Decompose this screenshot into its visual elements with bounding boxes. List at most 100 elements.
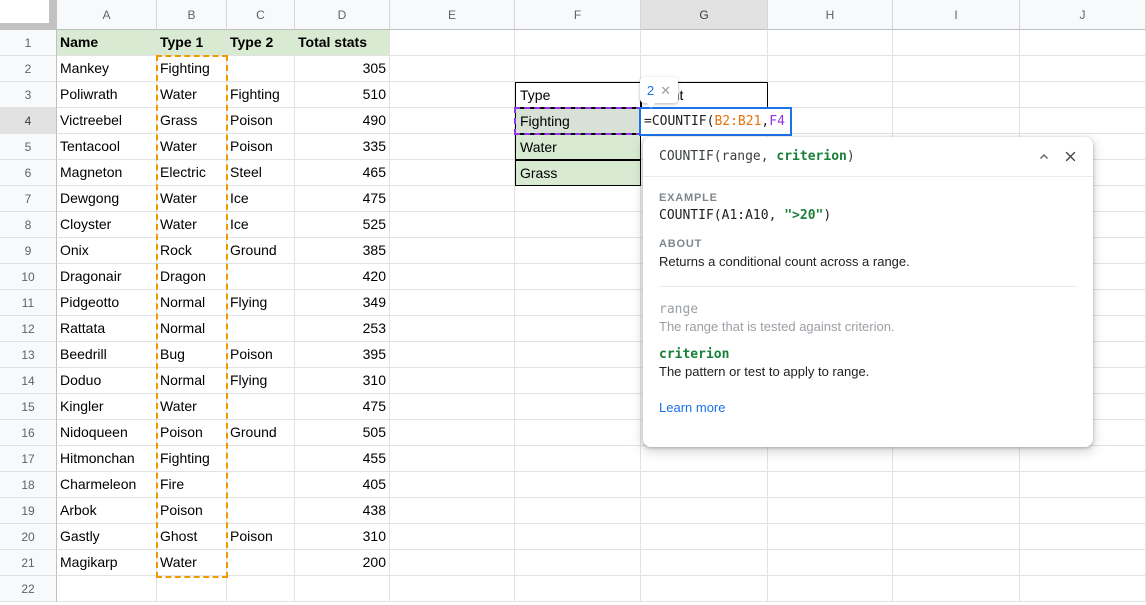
cell-A8[interactable]: Cloyster (57, 212, 157, 238)
cell-A1[interactable]: Name (57, 30, 157, 56)
cell-B5[interactable]: Water (157, 134, 227, 160)
row-header-12[interactable]: 12 (0, 316, 57, 342)
cell-A4[interactable]: Victreebel (57, 108, 157, 134)
column-header-F[interactable]: F (515, 0, 641, 30)
cell-E10[interactable] (390, 264, 515, 290)
cell-C3[interactable]: Fighting (227, 82, 295, 108)
cell-A11[interactable]: Pidgeotto (57, 290, 157, 316)
cell-H1[interactable] (768, 30, 893, 56)
cell-F13[interactable] (515, 342, 641, 368)
cell-C7[interactable]: Ice (227, 186, 295, 212)
cell-E22[interactable] (390, 576, 515, 602)
row-header-13[interactable]: 13 (0, 342, 57, 368)
cell-A21[interactable]: Magikarp (57, 550, 157, 576)
cell-F14[interactable] (515, 368, 641, 394)
cell-A7[interactable]: Dewgong (57, 186, 157, 212)
cell-I3[interactable] (893, 82, 1020, 108)
cell-A3[interactable]: Poliwrath (57, 82, 157, 108)
cell-J20[interactable] (1020, 524, 1146, 550)
row-header-5[interactable]: 5 (0, 134, 57, 160)
cell-B6[interactable]: Electric (157, 160, 227, 186)
cell-C19[interactable] (227, 498, 295, 524)
cell-G22[interactable] (641, 576, 768, 602)
cell-B10[interactable]: Dragon (157, 264, 227, 290)
close-icon[interactable] (1057, 144, 1083, 170)
cell-I19[interactable] (893, 498, 1020, 524)
row-header-8[interactable]: 8 (0, 212, 57, 238)
cell-B19[interactable]: Poison (157, 498, 227, 524)
cell-D2[interactable]: 305 (295, 56, 390, 82)
cell-J21[interactable] (1020, 550, 1146, 576)
cell-C11[interactable]: Flying (227, 290, 295, 316)
cell-E13[interactable] (390, 342, 515, 368)
cell-I18[interactable] (893, 472, 1020, 498)
cell-D7[interactable]: 475 (295, 186, 390, 212)
cell-D22[interactable] (295, 576, 390, 602)
cell-H20[interactable] (768, 524, 893, 550)
cell-H2[interactable] (768, 56, 893, 82)
cell-H17[interactable] (768, 446, 893, 472)
cell-C5[interactable]: Poison (227, 134, 295, 160)
row-header-7[interactable]: 7 (0, 186, 57, 212)
cell-C9[interactable]: Ground (227, 238, 295, 264)
row-header-1[interactable]: 1 (0, 30, 57, 56)
cell-A22[interactable] (57, 576, 157, 602)
cell-J17[interactable] (1020, 446, 1146, 472)
cell-D19[interactable]: 438 (295, 498, 390, 524)
cell-E17[interactable] (390, 446, 515, 472)
cell-F6-grass[interactable]: Grass (515, 160, 641, 186)
cell-F5-water[interactable]: Water (515, 134, 641, 160)
cell-A13[interactable]: Beedrill (57, 342, 157, 368)
cell-A17[interactable]: Hitmonchan (57, 446, 157, 472)
row-header-20[interactable]: 20 (0, 524, 57, 550)
cell-D6[interactable]: 465 (295, 160, 390, 186)
cell-G20[interactable] (641, 524, 768, 550)
cell-C8[interactable]: Ice (227, 212, 295, 238)
cell-D4[interactable]: 490 (295, 108, 390, 134)
collapse-chevron-icon[interactable] (1031, 144, 1057, 170)
cell-D11[interactable]: 349 (295, 290, 390, 316)
row-header-18[interactable]: 18 (0, 472, 57, 498)
cell-A9[interactable]: Onix (57, 238, 157, 264)
cell-G19[interactable] (641, 498, 768, 524)
column-header-G[interactable]: G (641, 0, 768, 30)
cell-A5[interactable]: Tentacool (57, 134, 157, 160)
cell-E1[interactable] (390, 30, 515, 56)
cell-C10[interactable] (227, 264, 295, 290)
preview-close-icon[interactable]: ✕ (660, 84, 671, 97)
cell-B12[interactable]: Normal (157, 316, 227, 342)
cell-E8[interactable] (390, 212, 515, 238)
cell-J3[interactable] (1020, 82, 1146, 108)
cell-A12[interactable]: Rattata (57, 316, 157, 342)
cell-B4[interactable]: Grass (157, 108, 227, 134)
cell-J19[interactable] (1020, 498, 1146, 524)
row-header-17[interactable]: 17 (0, 446, 57, 472)
cell-C16[interactable]: Ground (227, 420, 295, 446)
cell-A14[interactable]: Doduo (57, 368, 157, 394)
cell-F15[interactable] (515, 394, 641, 420)
cell-I17[interactable] (893, 446, 1020, 472)
cell-D9[interactable]: 385 (295, 238, 390, 264)
cell-F10[interactable] (515, 264, 641, 290)
column-header-B[interactable]: B (157, 0, 227, 30)
cell-B3[interactable]: Water (157, 82, 227, 108)
cell-A2[interactable]: Mankey (57, 56, 157, 82)
cell-F4-fighting[interactable]: Fighting (515, 108, 641, 134)
cell-J1[interactable] (1020, 30, 1146, 56)
cell-C20[interactable]: Poison (227, 524, 295, 550)
cell-F3-type-header[interactable]: Type (515, 82, 641, 108)
cell-F16[interactable] (515, 420, 641, 446)
cell-E7[interactable] (390, 186, 515, 212)
column-header-C[interactable]: C (227, 0, 295, 30)
row-header-9[interactable]: 9 (0, 238, 57, 264)
column-header-E[interactable]: E (390, 0, 515, 30)
cell-A18[interactable]: Charmeleon (57, 472, 157, 498)
row-header-21[interactable]: 21 (0, 550, 57, 576)
cell-J22[interactable] (1020, 576, 1146, 602)
cell-I4[interactable] (893, 108, 1020, 134)
cell-F1[interactable] (515, 30, 641, 56)
cell-F18[interactable] (515, 472, 641, 498)
cell-B18[interactable]: Fire (157, 472, 227, 498)
cell-J18[interactable] (1020, 472, 1146, 498)
cell-D5[interactable]: 335 (295, 134, 390, 160)
